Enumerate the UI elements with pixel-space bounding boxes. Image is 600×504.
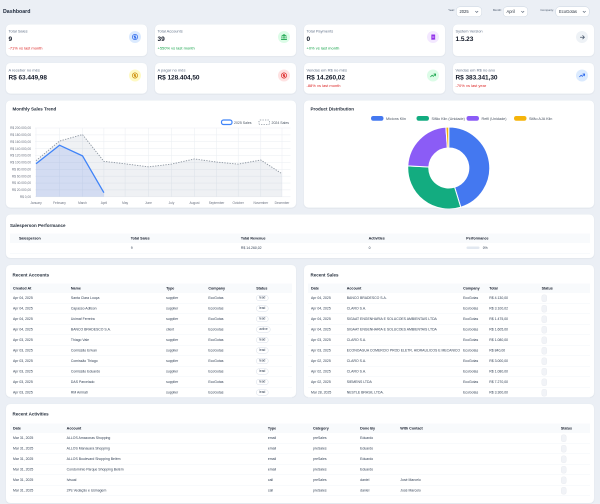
svg-text:October: October xyxy=(233,201,245,205)
svg-text:R$ 120.000,00: R$ 120.000,00 xyxy=(10,154,31,158)
svg-text:Micions Klin: Micions Klin xyxy=(386,117,406,121)
svg-text:Sifão AJA Klin: Sifão AJA Klin xyxy=(529,117,552,121)
svg-text:R$ 20.000,00: R$ 20.000,00 xyxy=(12,188,31,192)
svg-text:March: March xyxy=(78,201,87,205)
svg-text:June: June xyxy=(145,201,152,205)
svg-text:R$ 40.000,00: R$ 40.000,00 xyxy=(12,181,31,185)
svg-text:May: May xyxy=(122,201,128,205)
svg-text:January: January xyxy=(30,201,42,205)
svg-text:R$ 180.000,00: R$ 180.000,00 xyxy=(10,133,31,137)
svg-text:July: July xyxy=(169,201,175,205)
svg-text:R$ 60.000,00: R$ 60.000,00 xyxy=(12,174,31,178)
svg-text:December: December xyxy=(275,201,291,205)
svg-text:2025 Sales: 2025 Sales xyxy=(234,121,252,125)
svg-text:R$ 140.000,00: R$ 140.000,00 xyxy=(10,147,31,151)
svg-text:R$ 200.000,00: R$ 200.000,00 xyxy=(10,126,31,130)
svg-text:September: September xyxy=(209,201,226,205)
svg-text:2024 Sales: 2024 Sales xyxy=(272,121,290,125)
svg-text:April: April xyxy=(101,201,108,205)
svg-text:February: February xyxy=(53,201,66,205)
svg-text:R$ 80.000,00: R$ 80.000,00 xyxy=(12,167,31,171)
svg-text:R$ 0,00: R$ 0,00 xyxy=(20,195,31,199)
svg-text:Refil (Unidade): Refil (Unidade) xyxy=(482,117,508,121)
svg-text:R$ 160.000,00: R$ 160.000,00 xyxy=(10,140,31,144)
svg-text:August: August xyxy=(190,201,200,205)
svg-text:Sifão Klin (Unidade): Sifão Klin (Unidade) xyxy=(432,117,466,121)
svg-text:November: November xyxy=(253,201,269,205)
svg-text:R$ 100.000,00: R$ 100.000,00 xyxy=(10,161,31,165)
